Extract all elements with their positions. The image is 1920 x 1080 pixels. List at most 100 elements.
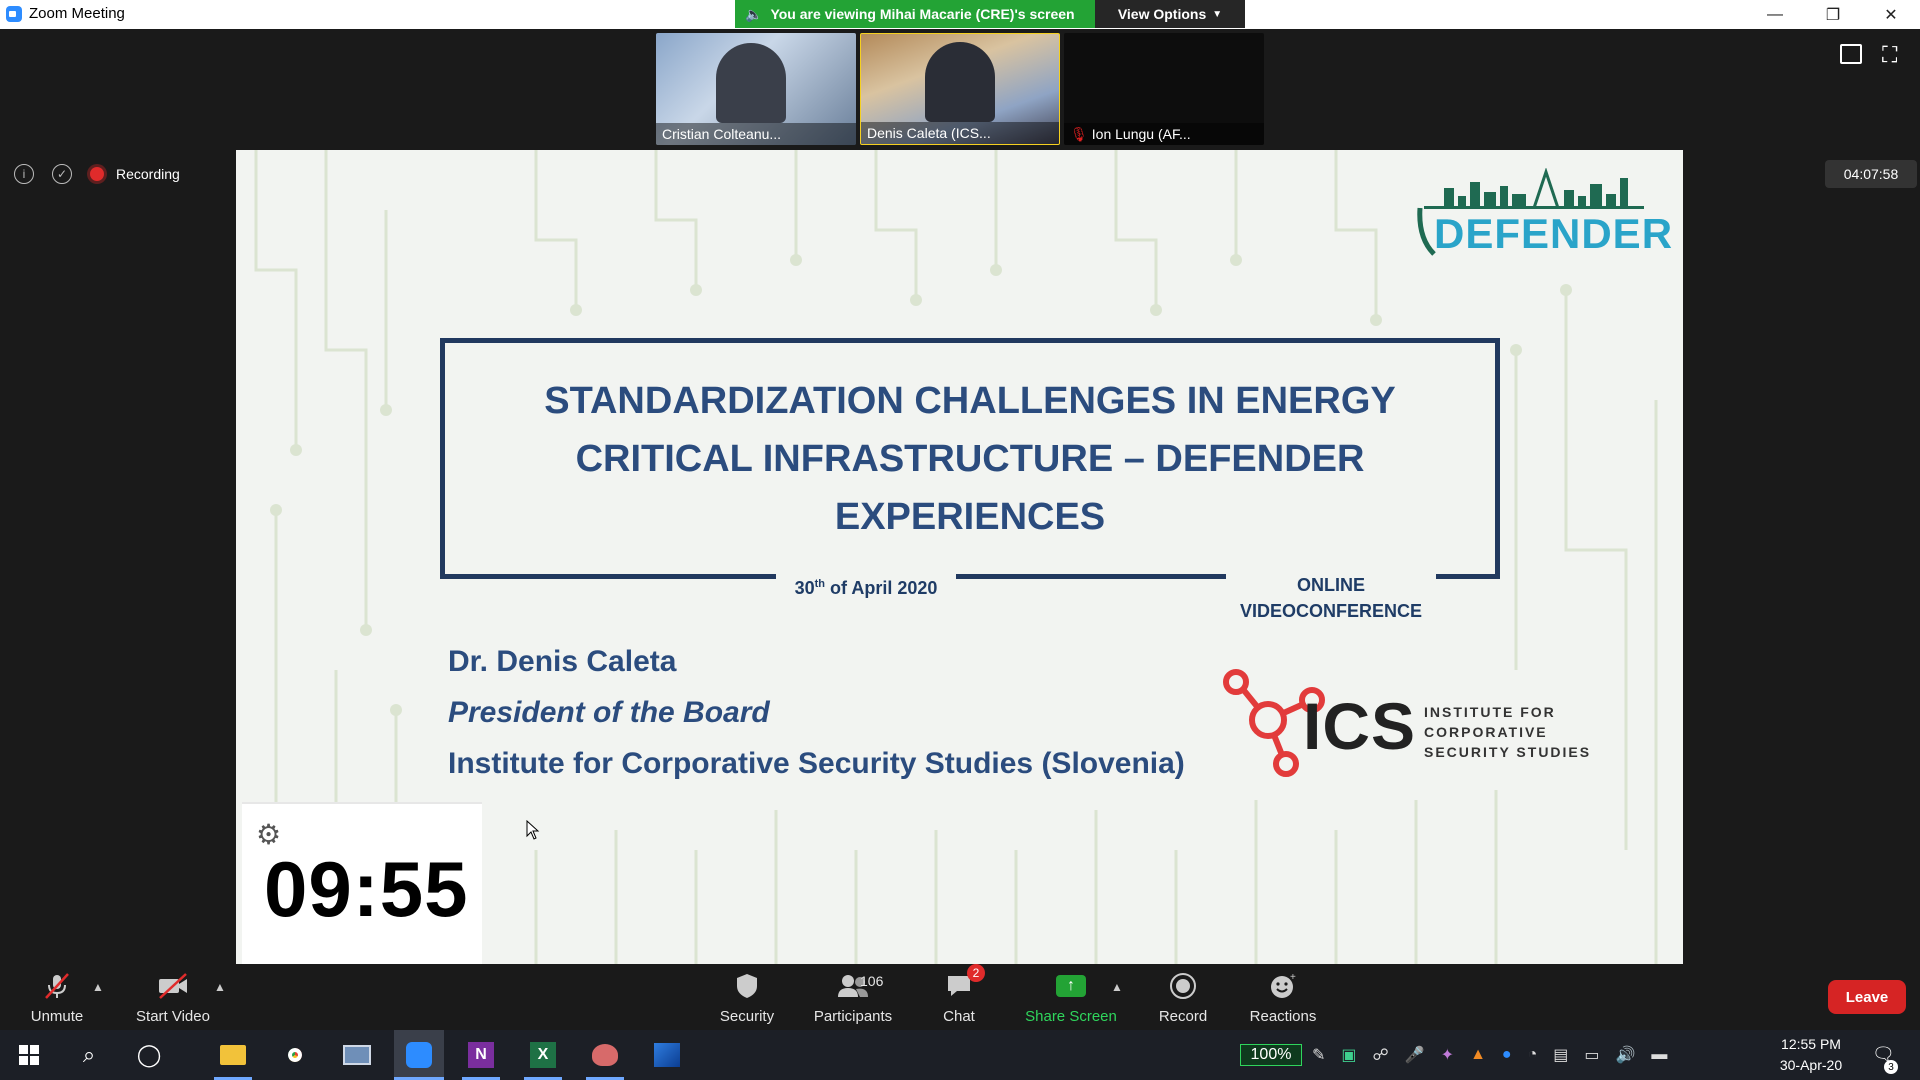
- ics-subtitle-line: CORPORATIVE: [1424, 724, 1548, 740]
- battery-tray-icon[interactable]: ▬: [1651, 1046, 1667, 1064]
- ics-subtitle-line: SECURITY STUDIES: [1424, 744, 1592, 760]
- participant-name: Cristian Colteanu...: [656, 123, 856, 145]
- start-video-button[interactable]: Start Video: [118, 970, 228, 1025]
- speaker-icon: 🔈: [745, 5, 763, 22]
- network-share-icon[interactable]: ☍: [1373, 1045, 1389, 1065]
- onenote-icon[interactable]: N: [456, 1030, 506, 1080]
- video-off-icon: [156, 970, 190, 1002]
- fullscreen-icon[interactable]: ⛶: [1882, 42, 1906, 67]
- record-label: Record: [1158, 1008, 1208, 1025]
- clock-time: 12:55 PM: [1781, 1036, 1841, 1052]
- view-options-label: View Options: [1117, 6, 1207, 22]
- participants-button[interactable]: 106 Participants: [798, 970, 908, 1025]
- defender-logo-text: DEFENDER: [1434, 210, 1674, 257]
- restore-button[interactable]: ❐: [1804, 0, 1862, 29]
- recording-label: Recording: [116, 166, 180, 182]
- unmute-label: Unmute: [30, 1008, 84, 1025]
- microphone-icon[interactable]: 🎤: [1405, 1045, 1425, 1065]
- participant-figure: [716, 43, 786, 123]
- shield-icon[interactable]: ✓: [52, 164, 72, 184]
- recording-dot-icon: [90, 167, 104, 181]
- volume-icon[interactable]: 🔊: [1616, 1045, 1636, 1065]
- participants-label: Participants: [813, 1008, 893, 1025]
- share-screen-icon: ↑: [1056, 970, 1086, 1002]
- chevron-down-icon: ▼: [1212, 8, 1223, 20]
- zoom-taskbar-icon[interactable]: [394, 1030, 444, 1080]
- excel-icon[interactable]: X: [518, 1030, 568, 1080]
- participant-name-row: 🎙 Ion Lungu (AF...: [1064, 123, 1264, 145]
- mic-muted-icon: 🎙: [1070, 125, 1088, 142]
- viewing-text: You are viewing Mihai Macarie (CRE)'s sc…: [770, 6, 1075, 22]
- svg-text:+: +: [1290, 972, 1296, 983]
- clock-date: 30-Apr-20: [1779, 1057, 1843, 1073]
- participant-name: Ion Lungu (AF...: [1091, 126, 1191, 142]
- input-method-icon[interactable]: ▤: [1553, 1045, 1568, 1065]
- zoom-tray-icon[interactable]: ●: [1502, 1046, 1512, 1064]
- viewing-banner: 🔈 You are viewing Mihai Macarie (CRE)'s …: [735, 0, 1095, 28]
- security-button[interactable]: Security: [692, 970, 802, 1025]
- slide-title: STANDARDIZATION CHALLENGES IN ENERGY CRI…: [460, 372, 1480, 546]
- speaker-organization: Institute for Corporative Security Studi…: [448, 747, 1185, 780]
- countdown-timer: ⚙ 09:55: [242, 802, 482, 964]
- windows-start-icon[interactable]: [4, 1030, 54, 1080]
- share-options-chevron-icon[interactable]: ▲: [1111, 980, 1123, 994]
- chat-button[interactable]: 2 Chat: [904, 964, 1014, 1025]
- info-icon[interactable]: i: [14, 164, 34, 184]
- chrome-icon[interactable]: [270, 1030, 320, 1080]
- shared-screen: DEFENDER STANDARDIZATION CHALLENGES IN E…: [236, 150, 1683, 964]
- security-label: Security: [719, 1008, 775, 1025]
- window-controls: — ❐ ✕: [1746, 0, 1920, 29]
- video-options-chevron-icon[interactable]: ▲: [214, 980, 226, 994]
- remote-desktop-icon[interactable]: [332, 1030, 382, 1080]
- start-video-label: Start Video: [136, 1008, 210, 1025]
- venue-line: VIDEOCONFERENCE: [1239, 601, 1423, 621]
- close-button[interactable]: ✕: [1862, 0, 1920, 29]
- window-title: Zoom Meeting: [29, 5, 125, 22]
- share-screen-button[interactable]: ↑ Share Screen: [1016, 970, 1126, 1025]
- search-icon[interactable]: ⌕: [64, 1030, 114, 1080]
- photos-icon[interactable]: [642, 1030, 692, 1080]
- wifi-icon[interactable]: ◔: [1528, 1046, 1538, 1064]
- participant-video[interactable]: Cristian Colteanu...: [656, 33, 856, 145]
- taskbar-clock[interactable]: 12:55 PM 30-Apr-20: [1776, 1034, 1846, 1076]
- speaker-name: Dr. Denis Caleta: [448, 645, 677, 678]
- app-title: Zoom Meeting: [6, 5, 125, 22]
- participant-video-active-speaker[interactable]: Denis Caleta (ICS...: [860, 33, 1060, 145]
- ics-subtitle: INSTITUTE FOR CORPORATIVE SECURITY STUDI…: [1424, 702, 1591, 762]
- share-screen-label: Share Screen: [1025, 1008, 1117, 1025]
- participant-video[interactable]: 🎙 Ion Lungu (AF...: [1064, 33, 1264, 145]
- snipping-tool-icon[interactable]: [580, 1030, 630, 1080]
- display-icon[interactable]: ▭: [1584, 1045, 1599, 1065]
- participant-figure: [925, 42, 995, 122]
- mic-muted-icon: [42, 970, 72, 1002]
- tray-icons: ✎ ▣ ☍ 🎤 ✦ ▲ ● ◔ ▤ ▭ 🔊 ▬: [1312, 1030, 1667, 1080]
- slide-title-line: CRITICAL INFRASTRUCTURE – DEFENDER: [575, 438, 1365, 480]
- cortana-icon[interactable]: ◯: [124, 1030, 174, 1080]
- participant-thumbnails: Cristian Colteanu... Denis Caleta (ICS..…: [656, 33, 1264, 145]
- reactions-label: Reactions: [1249, 1008, 1317, 1025]
- record-icon: [1169, 970, 1197, 1002]
- app-tray-icon[interactable]: ▣: [1341, 1045, 1356, 1065]
- gallery-view-icon[interactable]: [1840, 44, 1862, 64]
- participant-name: Denis Caleta (ICS...: [861, 122, 1059, 144]
- venue-line: ONLINE: [1296, 575, 1365, 595]
- onenote-tray-icon[interactable]: ✦: [1441, 1045, 1454, 1065]
- record-button[interactable]: Record: [1128, 970, 1238, 1025]
- unmute-button[interactable]: Unmute: [2, 970, 112, 1025]
- chat-icon: 2: [945, 964, 985, 1002]
- shield-icon: [734, 970, 760, 1002]
- date-rest: of April 2020: [825, 578, 938, 598]
- date-day: 30: [794, 578, 815, 598]
- slide-venue: ONLINE VIDEOCONFERENCE: [1226, 570, 1436, 624]
- file-explorer-icon[interactable]: [208, 1030, 258, 1080]
- vlc-tray-icon[interactable]: ▲: [1470, 1046, 1486, 1064]
- pen-icon[interactable]: ✎: [1312, 1045, 1325, 1065]
- countdown-time: 09:55: [264, 845, 469, 933]
- view-options-button[interactable]: View Options ▼: [1095, 0, 1245, 28]
- reactions-button[interactable]: + Reactions: [1228, 970, 1338, 1025]
- smiley-icon: +: [1268, 970, 1298, 1002]
- leave-button[interactable]: Leave: [1828, 980, 1906, 1014]
- audio-options-chevron-icon[interactable]: ▲: [92, 980, 104, 994]
- date-suffix: th: [814, 578, 826, 590]
- minimize-button[interactable]: —: [1746, 0, 1804, 29]
